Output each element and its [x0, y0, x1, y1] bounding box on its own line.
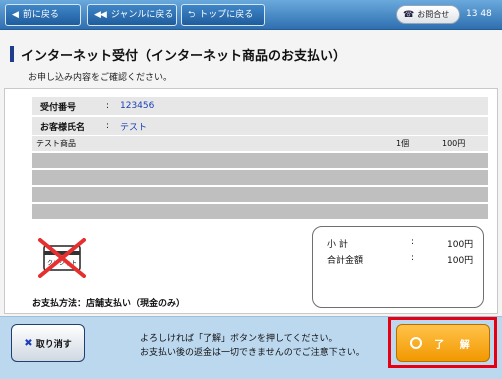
inquiry-button-label: お問合せ — [417, 10, 450, 19]
total-colon: : — [411, 253, 415, 263]
genre-back-button[interactable]: ◀◀ ジャンルに戻る — [87, 4, 177, 26]
page-title-text: インターネット受付（インターネット商品のお支払い） — [21, 48, 347, 64]
top-nav-bar: ◀ 前に戻る ◀◀ ジャンルに戻る ⮌ トップに戻る ☎ お問合せ 13 48 — [0, 0, 502, 30]
total-value: 100円 — [447, 256, 474, 266]
customer-colon: : — [106, 121, 110, 131]
empty-item-row — [32, 187, 488, 202]
total-label: 合計金額 — [327, 256, 364, 266]
back-button-label: 前に戻る — [22, 10, 59, 20]
ok-button[interactable]: 了 解 — [396, 324, 490, 362]
subtotal-label: 小 計 — [327, 240, 348, 250]
customer-name-row: お客様氏名 : テスト — [32, 117, 488, 135]
subtotal-colon: : — [411, 237, 415, 247]
empty-item-row — [32, 153, 488, 168]
ok-button-label: 了 解 — [434, 339, 476, 351]
double-back-arrow-icon: ◀◀ — [94, 10, 107, 20]
credit-card-not-accepted-icon: クレジット — [38, 238, 86, 278]
back-button[interactable]: ◀ 前に戻る — [5, 4, 81, 26]
customer-name-value: テスト — [120, 122, 148, 133]
empty-item-row — [32, 204, 488, 219]
phone-icon: ☎ — [403, 9, 415, 20]
top-button[interactable]: ⮌ トップに戻る — [181, 4, 265, 26]
confirm-message-line1: よろしければ「了解」ボタンを押してください。 — [140, 334, 338, 344]
inquiry-button[interactable]: ☎ お問合せ — [396, 5, 460, 24]
payment-method-label: お支払方法：店舗支払い（現金のみ） — [32, 299, 186, 309]
receipt-colon: : — [106, 101, 110, 111]
clock: 13 48 — [466, 9, 492, 19]
close-icon: ✖ — [24, 337, 33, 349]
page-title: インターネット受付（インターネット商品のお支払い） — [10, 45, 347, 64]
title-accent-bar — [10, 46, 14, 62]
item-qty: 1個 — [396, 139, 410, 148]
back-arrow-icon: ◀ — [12, 10, 19, 20]
genre-back-button-label: ジャンルに戻る — [110, 10, 174, 20]
receipt-number-label: 受付番号 — [40, 102, 77, 113]
cancel-button[interactable]: ✖ 取り消す — [11, 324, 85, 362]
page-subtitle: お申し込み内容をご確認ください。 — [28, 73, 173, 83]
receipt-number-row: 受付番号 : 123456 — [32, 97, 488, 115]
top-button-label: トップに戻る — [199, 10, 254, 20]
cancel-button-label: 取り消す — [35, 339, 72, 350]
return-arrow-icon: ⮌ — [188, 10, 195, 20]
subtotal-value: 100円 — [447, 240, 474, 250]
totals-box: 小 計 : 100円 合計金額 : 100円 — [312, 226, 484, 308]
confirm-message-line2: お支払い後の返金は一切できませんのでご注意下さい。 — [140, 348, 365, 358]
customer-name-label: お客様氏名 — [40, 122, 86, 133]
empty-item-row — [32, 170, 488, 185]
receipt-number-value: 123456 — [120, 101, 155, 111]
item-price: 100円 — [442, 139, 466, 148]
item-row: テスト商品 1個 100円 — [32, 136, 488, 151]
item-name: テスト商品 — [36, 139, 76, 148]
circle-icon — [410, 337, 423, 349]
